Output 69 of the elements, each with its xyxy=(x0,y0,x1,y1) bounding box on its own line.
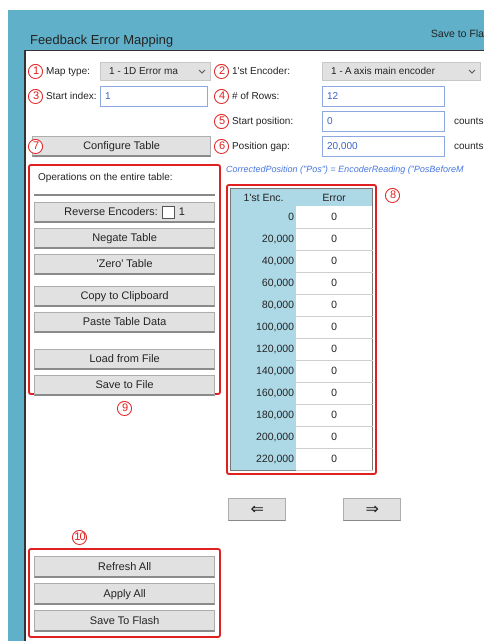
unit-label: counts xyxy=(453,116,484,127)
unit-label: counts xyxy=(453,141,484,152)
section-heading: Operations on the entire table: xyxy=(37,171,174,185)
table-cell[interactable]: 0 xyxy=(296,404,372,426)
table-cell: 80,000 xyxy=(230,294,296,316)
caret-icon xyxy=(468,69,476,74)
table-cell: 40,000 xyxy=(230,250,296,272)
table-cell[interactable]: 0 xyxy=(296,206,372,228)
table-cell: 60,000 xyxy=(230,272,296,294)
save-to-flash-link[interactable]: Save to Fla xyxy=(430,28,484,40)
callout-number: 10 xyxy=(72,530,87,545)
formula-text: CorrectedPosition ("Pos") = EncoderReading ("PosBeforeM xyxy=(226,164,464,176)
table-cell: 200,000 xyxy=(230,426,296,448)
column-header: 1'st Enc. xyxy=(230,188,296,206)
table-cell: 180,000 xyxy=(230,404,296,426)
action-button[interactable]: Apply All xyxy=(34,583,215,605)
checkbox[interactable] xyxy=(162,206,175,218)
action-button[interactable]: Paste Table Data xyxy=(34,312,215,333)
callout-number: 8 xyxy=(385,188,400,203)
callout-number: 5 xyxy=(214,114,229,129)
table-cell[interactable]: 0 xyxy=(296,228,372,250)
dropdown[interactable]: 1 - 1D Error ma xyxy=(100,62,211,81)
table-cell: 220,000 xyxy=(230,448,296,470)
action-button[interactable]: Save to File xyxy=(34,375,215,396)
table-cell: 20,000 xyxy=(230,228,296,250)
table-cell[interactable]: 0 xyxy=(296,316,372,338)
callout-number: 1 xyxy=(28,64,43,79)
field-label: 1'st Encoder: xyxy=(232,66,292,77)
callout-number: 4 xyxy=(214,89,229,104)
table-cell[interactable]: 0 xyxy=(296,448,372,470)
callout-number: 6 xyxy=(214,139,229,154)
input-field[interactable]: 1 xyxy=(100,86,208,107)
action-button[interactable]: Load from File xyxy=(34,349,215,370)
action-button[interactable]: Refresh All xyxy=(34,556,215,578)
input-field[interactable]: 12 xyxy=(322,86,445,107)
dropdown[interactable]: 1 - A axis main encoder xyxy=(322,62,481,81)
table-cell: 0 xyxy=(230,206,296,228)
callout-number: 7 xyxy=(28,139,43,154)
action-button[interactable]: Save To Flash xyxy=(34,610,215,632)
table-cell[interactable]: 0 xyxy=(296,250,372,272)
table-cell: 160,000 xyxy=(230,382,296,404)
table-cell[interactable]: 0 xyxy=(296,294,372,316)
table-cell[interactable]: 0 xyxy=(296,382,372,404)
table-cell[interactable]: 0 xyxy=(296,338,372,360)
table-cell: 140,000 xyxy=(230,360,296,382)
arrow-button[interactable]: ⇐ xyxy=(228,498,286,520)
column-header: Error xyxy=(296,188,372,206)
input-field[interactable]: 0 xyxy=(322,111,445,132)
field-label: Start index: xyxy=(46,91,98,102)
window-title: Feedback Error Mapping xyxy=(30,32,174,47)
reverse-encoders-button[interactable]: Reverse Encoders: 1 xyxy=(34,202,215,223)
callout-number: 9 xyxy=(117,401,132,416)
action-button[interactable]: 'Zero' Table xyxy=(34,254,215,275)
table-cell: 100,000 xyxy=(230,316,296,338)
table-cell[interactable]: 0 xyxy=(296,272,372,294)
caret-icon xyxy=(198,69,206,74)
field-label: Position gap: xyxy=(232,141,291,152)
table-cell: 120,000 xyxy=(230,338,296,360)
field-label: Start position: xyxy=(232,116,294,127)
callout-number: 2 xyxy=(214,64,229,79)
table-cell[interactable]: 0 xyxy=(296,426,372,448)
input-field[interactable]: 20,000 xyxy=(322,136,445,157)
arrow-button[interactable]: ⇒ xyxy=(343,498,401,520)
field-label: # of Rows: xyxy=(232,91,280,102)
action-button[interactable]: Copy to Clipboard xyxy=(34,286,215,307)
callout-number: 3 xyxy=(28,89,43,104)
table-cell[interactable]: 0 xyxy=(296,360,372,382)
field-label: Map type: xyxy=(46,66,91,77)
action-button[interactable]: Negate Table xyxy=(34,228,215,249)
